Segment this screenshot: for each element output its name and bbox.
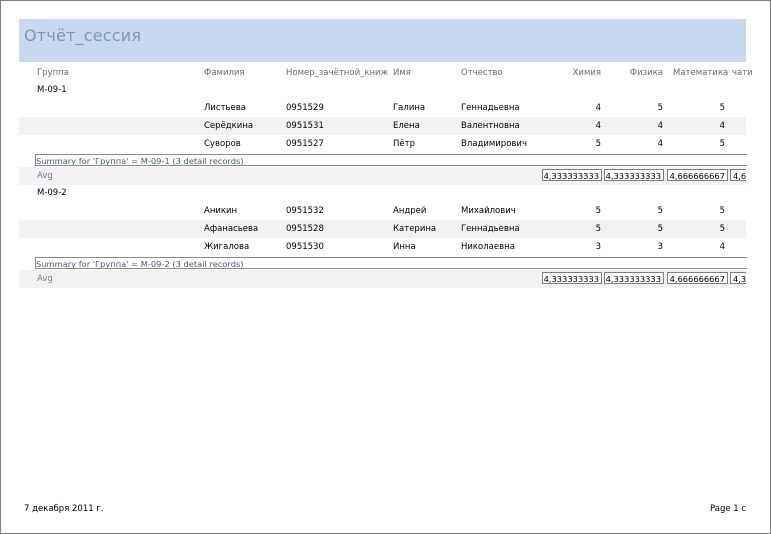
column-header-physics: Физика <box>629 68 663 78</box>
group-header: М-09-2 <box>37 188 67 198</box>
cell-patronymic: Николаевна <box>461 242 515 252</box>
cell-name: Инна <box>393 242 416 252</box>
cell-physics: 3 <box>657 242 663 252</box>
cell-chemistry: 5 <box>595 139 601 149</box>
cell-chemistry: 5 <box>595 224 601 234</box>
cell-surname: Суворов <box>204 139 241 149</box>
cell-math: 4 <box>719 242 725 252</box>
cell-name: Елена <box>393 121 420 131</box>
avg-math: 4,666666667 <box>667 272 728 284</box>
cell-name: Катерина <box>393 224 437 234</box>
cell-record-book: 0951527 <box>286 139 324 149</box>
table-row: Серёдкина 0951531 Елена Валентновна 4 4 … <box>19 117 746 135</box>
avg-physics: 4,333333333 <box>604 169 664 181</box>
cell-chemistry: 3 <box>595 242 601 252</box>
cell-patronymic: Геннадьевна <box>461 103 520 113</box>
cell-patronymic: Владимирович <box>461 139 527 149</box>
cell-math: 5 <box>719 206 725 216</box>
cell-name: Галина <box>393 103 426 113</box>
table-row: Суворов 0951527 Пётр Владимирович 5 4 5 <box>19 135 746 153</box>
cell-surname: Жигалова <box>204 242 250 252</box>
column-header-math: Математика <box>673 68 729 78</box>
report-page: Отчёт_сессия Группа Фамилия Номер_зачётн… <box>0 0 771 534</box>
cell-physics: 5 <box>657 206 663 216</box>
cell-surname: Аникин <box>204 206 238 216</box>
avg-row: Avg 4,333333333 4,333333333 4,666666667 … <box>19 167 746 185</box>
column-header-patronymic: Отчество <box>461 68 503 78</box>
cell-patronymic: Михайлович <box>461 206 516 216</box>
cell-surname: Серёдкина <box>204 121 254 131</box>
report-header: Отчёт_сессия <box>19 19 746 62</box>
cell-math: 5 <box>719 224 725 234</box>
cell-record-book: 0951529 <box>286 103 324 113</box>
table-row: Аникин 0951532 Андрей Михайлович 5 5 5 <box>19 202 746 220</box>
cell-chemistry: 4 <box>595 103 601 113</box>
group-summary: Summary for 'Группа' = М-09-1 (3 detail … <box>35 154 747 166</box>
avg-physics: 4,333333333 <box>604 272 664 284</box>
cell-math: 5 <box>719 103 725 113</box>
cell-name: Андрей <box>393 206 427 216</box>
cell-physics: 4 <box>657 139 663 149</box>
avg-label: Avg <box>37 274 53 284</box>
cell-patronymic: Геннадьевна <box>461 224 520 234</box>
cell-chemistry: 4 <box>595 121 601 131</box>
cell-surname: Афанасьева <box>204 224 259 234</box>
avg-label: Avg <box>37 171 53 181</box>
cell-physics: 4 <box>657 121 663 131</box>
report-title: Отчёт_сессия <box>24 26 142 45</box>
column-header-group: Группа <box>37 68 69 78</box>
table-row: Жигалова 0951530 Инна Николаевна 3 3 4 <box>19 238 746 256</box>
avg-extra: 4,3 <box>730 272 746 284</box>
group-summary: Summary for 'Группа' = М-09-2 (3 detail … <box>35 257 747 269</box>
column-header-surname: Фамилия <box>204 68 245 78</box>
cell-math: 4 <box>719 121 725 131</box>
cell-physics: 5 <box>657 103 663 113</box>
column-header-extra: чати <box>732 68 753 78</box>
group-header: М-09-1 <box>37 85 67 95</box>
avg-math: 4,666666667 <box>667 169 728 181</box>
table-row: Афанасьева 0951528 Катерина Геннадьевна … <box>19 220 746 238</box>
avg-row: Avg 4,333333333 4,333333333 4,666666667 … <box>19 270 746 288</box>
avg-chemistry: 4,333333333 <box>542 169 602 181</box>
cell-patronymic: Валентновна <box>461 121 520 131</box>
cell-surname: Листьева <box>204 103 246 113</box>
avg-chemistry: 4,333333333 <box>542 272 602 284</box>
cell-name: Пётр <box>393 139 415 149</box>
cell-physics: 5 <box>657 224 663 234</box>
footer-date: 7 декабря 2011 г. <box>24 504 104 514</box>
cell-record-book: 0951531 <box>286 121 324 131</box>
column-header-record-book: Номер_зачётной_книж <box>286 68 389 78</box>
table-row: Листьева 0951529 Галина Геннадьевна 4 5 … <box>19 99 746 117</box>
cell-record-book: 0951528 <box>286 224 324 234</box>
cell-chemistry: 5 <box>595 206 601 216</box>
cell-math: 5 <box>719 139 725 149</box>
column-header-chemistry: Химия <box>572 68 601 78</box>
avg-extra: 4,6 <box>730 169 746 181</box>
footer-page-number: Page 1 c <box>710 504 747 514</box>
column-headers: Группа Фамилия Номер_зачётной_книж Имя О… <box>1 68 770 80</box>
cell-record-book: 0951530 <box>286 242 324 252</box>
column-header-name: Имя <box>393 68 411 78</box>
cell-record-book: 0951532 <box>286 206 324 216</box>
